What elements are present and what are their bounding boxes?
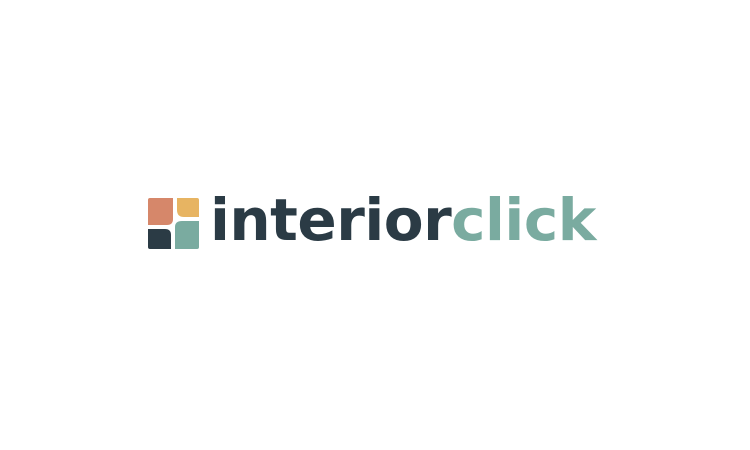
logo-tile-mustard — [177, 197, 199, 217]
logo-wordmark: interiorclick — [210, 191, 596, 249]
logo-tile-teal — [175, 220, 199, 249]
logo-tile-dark — [148, 228, 171, 249]
interiorclick-logo: interiorclick — [147, 190, 596, 256]
logo-canvas: interiorclick — [0, 0, 750, 450]
four-tile-square-icon — [148, 197, 199, 249]
logo-word-click: click — [451, 186, 596, 254]
logo-tile-terracotta — [148, 197, 173, 225]
logo-word-interior: interior — [210, 186, 452, 254]
